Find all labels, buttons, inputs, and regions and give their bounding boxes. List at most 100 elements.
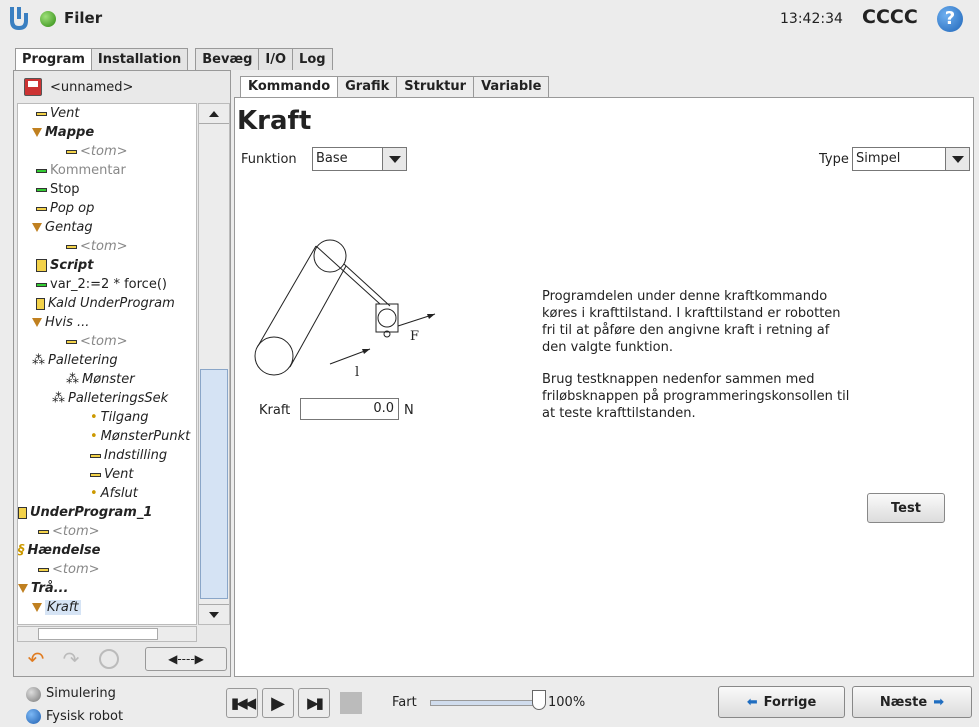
thread-icon	[18, 584, 28, 593]
speed-handle[interactable]	[532, 690, 546, 710]
tab-program[interactable]: Program	[15, 48, 92, 71]
main-tabs: Program Installation Bevæg I/O Log	[15, 48, 333, 71]
program-tree: Vent Mappe <tom> Kommentar Stop Pop op G…	[17, 103, 197, 625]
wait-icon	[90, 472, 101, 477]
arrow-right-icon: ➡	[933, 694, 945, 710]
kraft-label: Kraft	[259, 403, 291, 418]
popup-icon	[36, 206, 47, 211]
tree-item[interactable]: ⁂ Palletering	[32, 351, 118, 370]
tree-item[interactable]: Kommentar	[36, 161, 126, 180]
tree-item[interactable]: <tom>	[66, 142, 128, 161]
save-icon[interactable]	[24, 78, 42, 96]
script-icon	[36, 259, 47, 272]
scroll-up-icon[interactable]	[199, 104, 229, 124]
tree-vertical-scrollbar[interactable]	[198, 103, 230, 625]
tab-move[interactable]: Bevæg	[195, 48, 260, 70]
move-node-button[interactable]: ◀----▶	[145, 647, 227, 671]
tree-item[interactable]: Gentag	[32, 218, 93, 237]
waypoint-icon: •	[90, 410, 98, 425]
wait-icon	[36, 111, 47, 116]
tab-graphics[interactable]: Grafik	[337, 76, 398, 97]
play-button[interactable]: ▶	[262, 688, 294, 718]
tab-command[interactable]: Kommando	[240, 76, 339, 97]
tree-item[interactable]: Pop op	[36, 199, 94, 218]
empty-icon	[66, 339, 77, 344]
tree-item[interactable]: ⁂ PalleteringsSek	[52, 389, 168, 408]
event-icon: §	[18, 543, 25, 558]
next-button[interactable]: Næste ➡	[852, 686, 972, 718]
tree-item[interactable]: Vent	[90, 465, 133, 484]
delete-button[interactable]	[96, 646, 122, 672]
rewind-button[interactable]: ▮◀◀	[226, 688, 258, 718]
comment-icon	[36, 168, 47, 173]
stop-button[interactable]	[336, 688, 366, 718]
tree-item[interactable]: <tom>	[38, 560, 100, 579]
kraft-unit: N	[404, 403, 414, 418]
speed-slider[interactable]	[430, 700, 535, 706]
test-button[interactable]: Test	[867, 493, 945, 523]
tree-item[interactable]: Script	[36, 256, 93, 275]
bottom-bar: Simulering Fysisk robot ▮◀◀ ▶ ▶▮ Fart 10…	[0, 678, 979, 727]
empty-icon	[66, 149, 77, 154]
real-robot-radio-icon[interactable]	[26, 709, 41, 724]
tree-item[interactable]: var_2:=2 * force()	[36, 275, 167, 294]
funktion-select[interactable]: Base	[312, 147, 407, 171]
h-scroll-thumb[interactable]	[38, 628, 158, 640]
tab-log[interactable]: Log	[292, 48, 333, 70]
clock: 13:42:34	[780, 11, 843, 27]
program-name: <unnamed>	[50, 80, 134, 95]
scroll-thumb[interactable]	[200, 369, 228, 599]
tree-item[interactable]: Vent	[36, 104, 79, 123]
scroll-down-icon[interactable]	[199, 604, 229, 624]
tree-item[interactable]: • Tilgang	[90, 408, 149, 427]
stop-icon	[36, 187, 47, 192]
tab-io[interactable]: I/O	[258, 48, 294, 70]
arrow-left-icon: ⬅	[746, 694, 758, 710]
simulation-label[interactable]: Simulering	[46, 686, 116, 701]
tree-item[interactable]: Kald UnderProgram	[36, 294, 175, 313]
tree-item[interactable]: <tom>	[38, 522, 100, 541]
diagram-l-label: l	[355, 365, 359, 380]
tab-variables[interactable]: Variable	[473, 76, 550, 97]
tree-item[interactable]: Trå...	[18, 579, 68, 598]
tree-item[interactable]: UnderProgram_1	[18, 503, 152, 522]
force-diagram: F l	[254, 239, 436, 380]
status-indicator-icon	[40, 11, 56, 27]
type-select[interactable]: Simpel	[852, 147, 970, 171]
tree-item[interactable]: Mappe	[32, 123, 94, 142]
simulation-radio-icon[interactable]	[26, 687, 41, 702]
robot-name[interactable]: CCCC	[862, 6, 918, 28]
tree-item[interactable]: <tom>	[66, 237, 128, 256]
tree-horizontal-scrollbar[interactable]	[17, 626, 197, 642]
tab-installation[interactable]: Installation	[90, 48, 189, 70]
tree-item-selected[interactable]: Kraft	[32, 598, 81, 617]
stop-icon	[340, 692, 362, 714]
speed-label: Fart	[392, 695, 417, 710]
tree-item[interactable]: ⁂ Mønster	[66, 370, 135, 389]
page-title: Kraft	[237, 106, 312, 136]
empty-icon	[66, 244, 77, 249]
if-icon	[32, 318, 42, 327]
tree-item[interactable]: Hvis ...	[32, 313, 89, 332]
redo-button[interactable]: ↷	[55, 646, 87, 672]
node-tabs: Kommando Grafik Struktur Variable	[240, 76, 550, 97]
tree-item[interactable]: § Hændelse	[18, 541, 100, 560]
tree-item[interactable]: • MønsterPunkt	[90, 427, 190, 446]
previous-button[interactable]: ⬅ Forrige	[718, 686, 845, 718]
waypoint-icon: •	[90, 429, 98, 444]
step-button[interactable]: ▶▮	[298, 688, 330, 718]
real-robot-label[interactable]: Fysisk robot	[46, 709, 123, 724]
tree-item[interactable]: Stop	[36, 180, 80, 199]
tree-item[interactable]: Indstilling	[90, 446, 167, 465]
help-icon[interactable]: ?	[937, 6, 963, 32]
tree-item[interactable]: • Afslut	[90, 484, 138, 503]
sequence-icon: ⁂	[52, 391, 65, 406]
speed-fill	[431, 701, 534, 705]
app-title: Filer	[64, 9, 103, 27]
funktion-label: Funktion	[241, 152, 297, 167]
undo-button[interactable]: ↶	[20, 646, 52, 672]
tab-structure[interactable]: Struktur	[396, 76, 475, 97]
tree-item[interactable]: <tom>	[66, 332, 128, 351]
kraft-input[interactable]: 0.0	[300, 398, 399, 420]
redo-icon: ↷	[62, 647, 80, 671]
